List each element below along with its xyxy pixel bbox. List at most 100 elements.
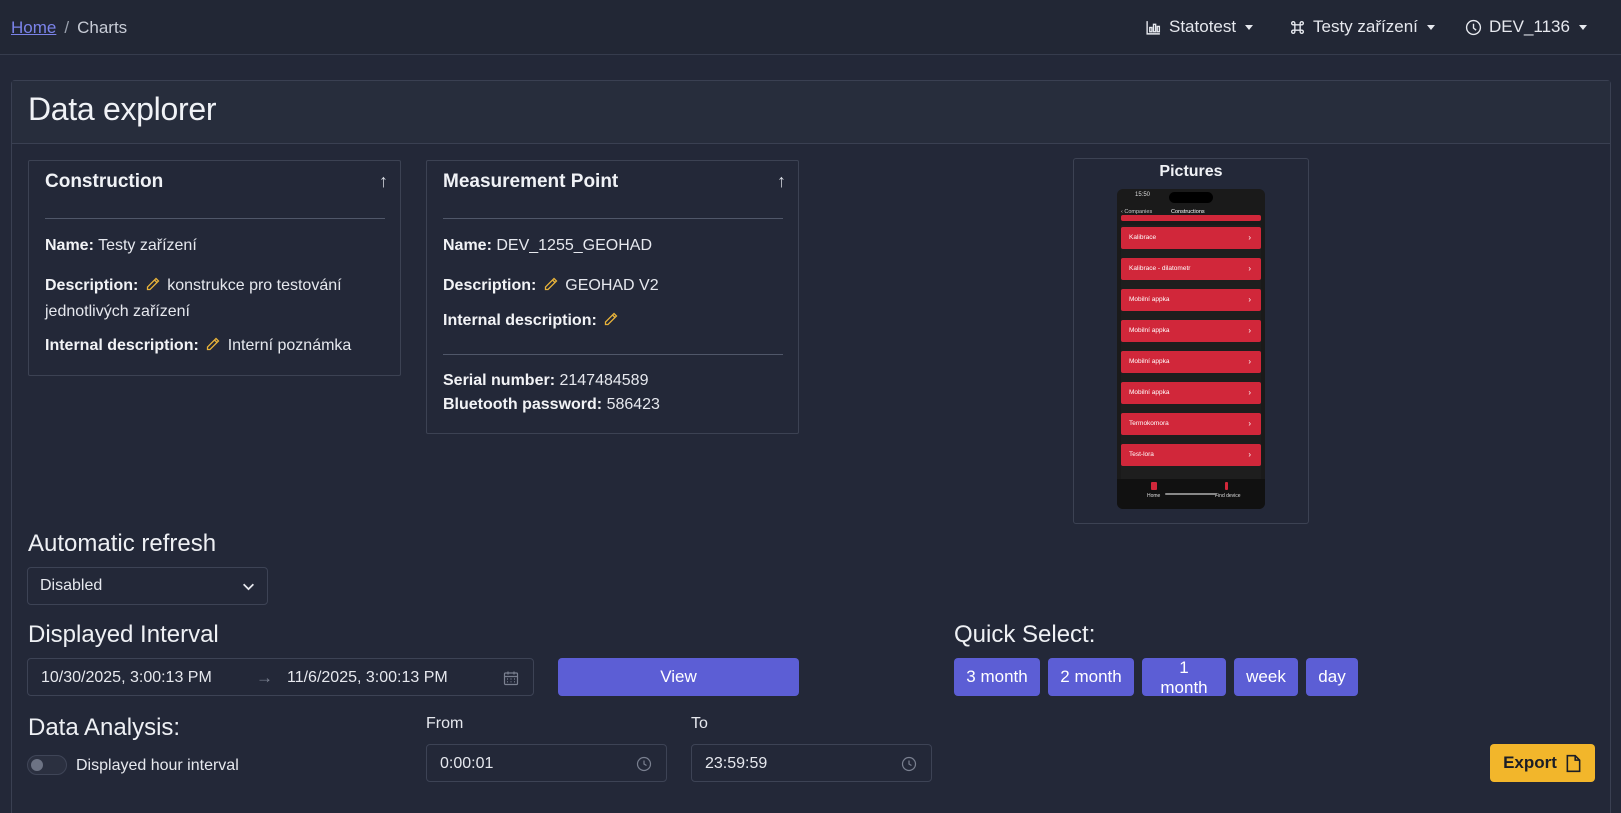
divider [443,218,783,219]
list-item: Kalibrace › [1121,227,1261,249]
displayed-interval-title: Displayed Interval [28,621,219,648]
chevron-right-icon: › [1248,295,1251,304]
to-time-input[interactable]: 23:59:59 [691,744,932,782]
breadcrumb-current: Charts [77,18,128,37]
from-time-value: 0:00:01 [440,755,494,772]
pictures-title: Pictures [1159,163,1223,180]
view-button[interactable]: View [558,658,799,696]
mp-serial-row: Serial number: 2147484589 [443,368,648,394]
construction-name-row: Name: Testy zařízení [45,233,197,259]
export-button[interactable]: Export [1490,744,1595,782]
construction-name-value: Testy zařízení [98,237,197,254]
quick-select-week-button[interactable]: week [1234,658,1298,696]
from-time-input[interactable]: 0:00:01 [426,744,667,782]
phone-screenshot-thumbnail[interactable]: 15:50 ‹ Companies Constructions Kalibrac… [1117,189,1265,509]
list-item-label: Mobilní appka [1129,389,1170,396]
list-item: Mobilní appka › [1121,289,1261,311]
field-label: Bluetooth password: [443,396,603,413]
to-label: To [691,715,708,732]
arrow-up-icon[interactable]: ↑ [777,171,786,192]
pencil-icon[interactable] [145,276,161,292]
breadcrumb-home-link[interactable]: Home [11,18,56,37]
file-icon [1566,754,1581,772]
phone-tabbar: Home Find device [1117,479,1265,509]
chevron-right-icon: › [1248,264,1251,273]
measurement-point-panel: Measurement Point ↑ Name: DEV_1255_GEOHA… [426,160,799,434]
from-label: From [426,715,464,732]
pencil-icon[interactable] [543,276,559,292]
hour-interval-toggle[interactable] [27,755,67,775]
phone-home-indicator [1165,493,1217,495]
list-item-label: Termokomora [1129,420,1169,427]
construction-title: Construction [45,171,164,192]
mp-serial-value: 2147484589 [559,372,649,389]
construction-description-value-2: jednotlivých zařízení [45,303,190,320]
field-label: Name: [45,237,94,254]
quick-select-3-month-button[interactable]: 3 month [954,658,1040,696]
list-item: Kalibrace - dilatometr › [1121,258,1261,280]
calendar-icon [503,671,519,686]
list-item: Mobilní appka › [1121,351,1261,373]
field-label: Name: [443,237,492,254]
quick-select-1-month-button[interactable]: 1 month [1142,658,1226,697]
select-value: Disabled [40,577,103,594]
quick-select-day-button[interactable]: day [1306,658,1358,696]
mp-description-row: Description: GEOHAD V2 [443,273,659,299]
chevron-right-icon: › [1248,233,1251,242]
chevron-down-icon [243,583,254,591]
chevron-right-icon: › [1248,326,1251,335]
to-time-value: 23:59:59 [705,755,768,772]
chevron-right-icon: › [1248,450,1251,459]
list-item [1121,215,1261,221]
caret-down-icon [1426,24,1435,30]
pencil-icon[interactable] [603,311,619,327]
breadcrumb-separator: / [64,18,70,37]
command-icon [1290,20,1305,34]
page-title: Data explorer [28,91,217,127]
list-item: Termokomora › [1121,413,1261,435]
breadcrumb: Home / Charts [11,18,127,38]
chevron-right-icon: › [1248,388,1251,397]
phone-tab-label: Find device [1215,493,1241,499]
date-from[interactable]: 10/30/2025, 3:00:13 PM [41,669,212,687]
list-item-label: Mobilní appka [1129,327,1170,334]
card-header: Data explorer [12,81,1610,144]
list-item-label: Mobilní appka [1129,358,1170,365]
list-item-label: Kalibrace [1129,234,1157,241]
construction-panel: Construction ↑ Name: Testy zařízení Desc… [28,160,401,376]
construction-description-value: konstrukce pro testování [167,277,342,294]
pencil-icon[interactable] [205,336,221,352]
field-label: Description: [45,277,139,294]
quick-select-2-month-button[interactable]: 2 month [1048,658,1134,696]
field-label: Internal description: [443,312,597,329]
arrow-up-icon[interactable]: ↑ [379,171,388,192]
divider [45,218,385,219]
mp-description-value: GEOHAD V2 [565,277,659,294]
phone-notch [1169,192,1213,203]
hour-interval-label: Displayed hour interval [76,757,239,774]
pictures-panel: Pictures 15:50 ‹ Companies Constructions… [1073,158,1309,524]
nav-dropdown-statotest[interactable]: Statotest [1145,17,1254,37]
nav-dropdown-label: Testy zařízení [1313,17,1418,36]
nav-dropdown-device[interactable]: DEV_1136 [1465,17,1587,37]
mp-bluetooth-value: 586423 [606,396,660,413]
nav-dropdown-construction[interactable]: Testy zařízení [1289,17,1435,37]
find-device-icon [1225,482,1228,490]
construction-internal-row: Internal description: Interní poznámka [45,333,351,359]
field-label: Serial number: [443,372,556,389]
construction-internal-value: Interní poznámka [227,337,352,354]
top-navbar: Home / Charts Statotest Testy zařízení DEV… [0,0,1621,55]
chevron-right-icon: › [1248,357,1251,366]
automatic-refresh-select[interactable]: Disabled [27,567,268,605]
mp-internal-row: Internal description: [443,308,621,334]
device-icon [1465,19,1482,35]
home-icon [1151,482,1157,490]
construction-description-row: Description: konstrukce pro testování je… [45,273,385,325]
caret-down-icon [1578,24,1587,30]
date-range-picker[interactable]: 10/30/2025, 3:00:13 PM → 11/6/2025, 3:00… [27,658,534,696]
clock-icon [636,756,652,772]
automatic-refresh-title: Automatic refresh [28,530,217,557]
date-to[interactable]: 11/6/2025, 3:00:13 PM [287,669,448,687]
data-analysis-title: Data Analysis: [28,714,181,741]
divider [443,354,783,355]
